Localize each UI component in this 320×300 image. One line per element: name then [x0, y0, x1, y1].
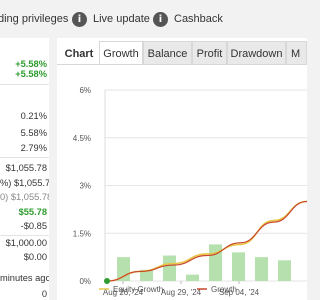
y-tick-label: 3%	[79, 182, 91, 191]
stat-value: +5.58%	[15, 59, 47, 69]
bar	[209, 244, 222, 281]
y-tick-label: 4.5%	[73, 134, 91, 143]
y-tick-label: 0%	[79, 277, 91, 286]
stat-value: +5.58%	[15, 69, 47, 79]
legend-label: Equity Growth	[113, 285, 163, 294]
cashback-label: Cashback	[174, 13, 223, 25]
chart-tabs: Chart Growth Balance Profit Drawdown M	[57, 41, 307, 65]
divider	[0, 84, 49, 85]
growth-chart: 0%1.5%3%4.5%6%Aug 26, '24 Aug 29, '24 Sep …	[73, 86, 307, 297]
tab-drawdown[interactable]: Drawdown	[227, 41, 286, 65]
stat-value: 0	[41, 289, 47, 299]
bar	[232, 252, 245, 281]
stat-value: -$0.85	[20, 221, 47, 231]
stat-value: $55.78	[18, 207, 47, 217]
stat-value: 0.21%	[20, 111, 47, 121]
stat-value: $1,000.00	[5, 238, 47, 248]
stat-value: $1,055.78	[5, 163, 47, 173]
top-action-bar: ding privileges i Live update i Cashback	[0, 0, 300, 38]
legend-label: Growth	[211, 285, 237, 294]
stats-panel: +5.58% +5.58% 0.21% 5.58% 2.79% $1,055.7…	[0, 38, 49, 300]
stat-value: 0) $1,055.78	[0, 192, 49, 202]
tab-growth[interactable]: Growth	[99, 41, 143, 65]
chart-panel: Chart Growth Balance Profit Drawdown M 0…	[57, 38, 307, 300]
bar	[117, 257, 130, 281]
tab-more[interactable]: M	[286, 41, 307, 65]
tab-chart[interactable]: Chart	[59, 41, 99, 65]
equity-growth-line	[106, 200, 307, 282]
bar	[278, 260, 291, 281]
stat-value: minutes ago	[0, 273, 49, 283]
bar	[186, 274, 199, 281]
trading-privileges-label: ding privileges	[0, 13, 69, 25]
info-icon: i	[153, 11, 168, 27]
stat-value: %) $1,055.78	[0, 178, 49, 188]
cashback-button[interactable]: i Cashback	[153, 11, 223, 27]
info-icon: i	[72, 11, 87, 27]
x-tick-label: Aug 29, '24	[161, 288, 202, 297]
y-tick-label: 6%	[79, 86, 91, 95]
tab-balance[interactable]: Balance	[143, 41, 192, 65]
trading-privileges-link[interactable]: ding privileges	[0, 11, 68, 27]
start-marker	[104, 278, 110, 284]
live-update-button[interactable]: i Live update	[72, 11, 150, 27]
tab-divider	[57, 64, 307, 65]
bar	[255, 257, 268, 281]
divider	[0, 235, 49, 236]
stat-value: 5.58%	[20, 128, 47, 138]
tab-profit[interactable]: Profit	[192, 41, 227, 65]
divider	[0, 157, 49, 158]
stat-value: $0.00	[23, 252, 47, 262]
y-tick-label: 1.5%	[73, 229, 91, 238]
live-update-label: Live update	[93, 13, 150, 25]
growth-line	[106, 200, 307, 282]
stat-value: 2.79%	[20, 143, 47, 153]
bar	[163, 255, 176, 281]
